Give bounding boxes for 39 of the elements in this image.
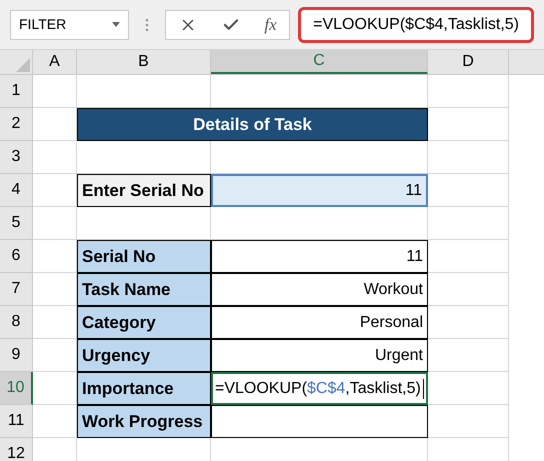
column-header[interactable]: C bbox=[211, 50, 428, 74]
table-cell: Workout bbox=[211, 273, 428, 306]
row-header[interactable]: 1 bbox=[0, 75, 33, 108]
name-box[interactable]: FILTER bbox=[10, 10, 130, 40]
table-cell: Work Progress bbox=[77, 405, 211, 438]
table-cell: Importance bbox=[77, 372, 211, 405]
title-banner: Details of Task bbox=[77, 108, 428, 141]
table-cell: Personal bbox=[211, 306, 428, 339]
row-header[interactable]: 4 bbox=[0, 174, 33, 207]
row-header[interactable]: 7 bbox=[0, 273, 33, 306]
table-cell: Task Name bbox=[77, 273, 211, 306]
table-cell: 11 bbox=[211, 240, 428, 273]
editing-cell[interactable]: =VLOOKUP($C$4,Tasklist,5) bbox=[211, 372, 428, 405]
table-cell: Urgent bbox=[211, 339, 428, 372]
row-header[interactable]: 6 bbox=[0, 240, 33, 273]
table-cell: Category bbox=[77, 306, 211, 339]
row-header[interactable]: 8 bbox=[0, 306, 33, 339]
input-cell[interactable]: 11 bbox=[211, 174, 428, 207]
select-all-icon[interactable] bbox=[16, 58, 30, 72]
formula-text: =VLOOKUP($C$4,Tasklist,5) bbox=[215, 378, 421, 398]
row-header[interactable]: 2 bbox=[0, 108, 33, 141]
row-header[interactable]: 3 bbox=[0, 141, 33, 174]
row-header[interactable]: 11 bbox=[0, 405, 33, 438]
empty-cell[interactable] bbox=[428, 141, 509, 174]
dropdown-caret-icon bbox=[112, 22, 120, 27]
empty-cell[interactable] bbox=[428, 207, 509, 240]
column-header[interactable]: A bbox=[33, 50, 77, 74]
row-header[interactable]: 10 bbox=[0, 372, 33, 405]
row-header[interactable]: 5 bbox=[0, 207, 33, 240]
row-header[interactable]: 9 bbox=[0, 339, 33, 372]
empty-cell[interactable] bbox=[428, 75, 509, 108]
insert-function-button[interactable]: fx bbox=[264, 12, 277, 38]
formula-field[interactable]: =VLOOKUP($C$4,Tasklist,5) bbox=[298, 6, 534, 42]
drag-handle-icon bbox=[145, 18, 150, 32]
row-header[interactable]: 12 bbox=[0, 438, 33, 461]
column-header[interactable]: D bbox=[428, 50, 509, 74]
table-cell: Urgency bbox=[77, 339, 211, 372]
table-cell: Enter Serial No bbox=[77, 174, 211, 207]
table-cell: Serial No bbox=[77, 240, 211, 273]
